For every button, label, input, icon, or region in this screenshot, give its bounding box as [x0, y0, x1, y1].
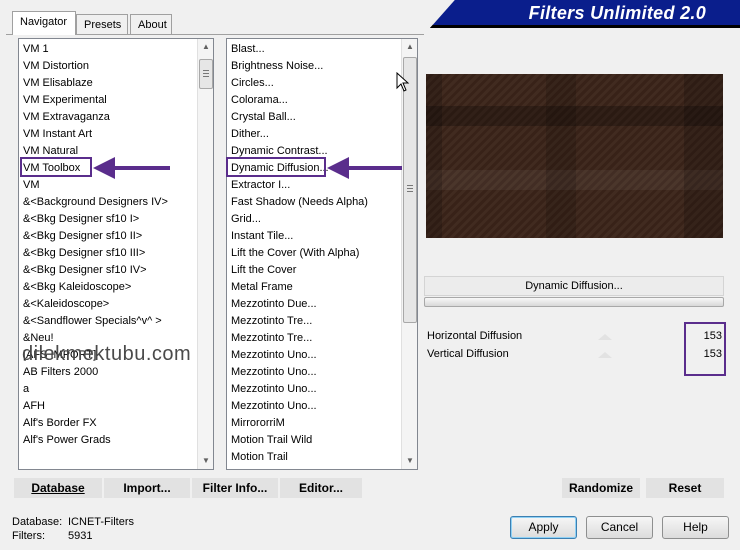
filter-list[interactable]: Motion Trail Motion Trail Wild MirrororriM… — [226, 38, 418, 470]
filter-item[interactable]: Motion Trail — [227, 449, 288, 466]
category-item[interactable]: a — [19, 381, 29, 398]
cancel-button[interactable]: Cancel — [586, 516, 653, 539]
category-item[interactable]: VM Elisablaze — [19, 75, 93, 92]
category-item[interactable]: AB Filters 2000 — [19, 364, 98, 381]
scroll-down-icon[interactable]: ▼ — [198, 453, 213, 469]
apply-button[interactable]: Apply — [510, 516, 577, 539]
editor-button[interactable]: Editor... — [280, 478, 362, 498]
database-button[interactable]: Database — [14, 478, 102, 498]
category-item[interactable]: &<Background Designers IV> — [19, 194, 168, 211]
filter-item[interactable]: Mezzotinto Tre... — [227, 330, 312, 347]
category-item[interactable]: &<Bkg Kaleidoscope> — [19, 279, 131, 296]
category-item[interactable]: &<Bkg Designer sf10 I> — [19, 211, 139, 228]
filter-scrollbar[interactable]: ▲ ▼ — [401, 39, 417, 469]
filter-item[interactable]: Mezzotinto Uno... — [227, 364, 317, 381]
category-item[interactable]: VM Extravaganza — [19, 109, 110, 126]
database-label: Database: — [12, 516, 63, 528]
filter-item[interactable]: Brightness Noise... — [227, 58, 323, 75]
category-list[interactable]: Alf's Power Grads Alf's Border FX AFH a AB F… — [18, 38, 214, 470]
category-item[interactable]: &<Kaleidoscope> — [19, 296, 109, 313]
progress-bar — [424, 297, 724, 307]
category-scroll-thumb[interactable] — [199, 59, 213, 89]
category-item[interactable]: VM 1 — [19, 41, 49, 58]
filter-item[interactable]: Lift the Cover — [227, 262, 296, 279]
filter-item[interactable]: MirrororriM — [227, 415, 285, 432]
param-label-horizontal: Horizontal Diffusion — [427, 330, 523, 342]
filter-item[interactable]: Fast Shadow (Needs Alpha) — [227, 194, 368, 211]
filter-name-bar: Dynamic Diffusion... — [424, 276, 724, 296]
filter-item[interactable]: Circles... — [227, 75, 274, 92]
param-slider-up-icon[interactable] — [598, 334, 612, 340]
category-item[interactable]: AFH — [19, 398, 45, 415]
category-item[interactable]: VM — [19, 177, 40, 194]
filter-item[interactable]: Mezzotinto Due... — [227, 296, 317, 313]
category-item[interactable]: Alf's Border FX — [19, 415, 97, 432]
scroll-up-icon[interactable]: ▲ — [402, 39, 417, 55]
scroll-down-icon[interactable]: ▼ — [402, 453, 417, 469]
selected-category-box — [20, 157, 92, 177]
preview-image — [426, 74, 723, 238]
mouse-cursor-icon — [396, 72, 410, 92]
filter-item[interactable]: Extractor I... — [227, 177, 290, 194]
app-title: Filters Unlimited 2.0 — [528, 3, 706, 23]
param-slider-up-icon[interactable] — [598, 352, 612, 358]
filter-item[interactable]: Blast... — [227, 41, 265, 58]
filter-scroll-thumb[interactable] — [403, 57, 417, 323]
filter-info-button[interactable]: Filter Info... — [192, 478, 278, 498]
title-banner: Filters Unlimited 2.0 — [430, 0, 740, 28]
filter-item[interactable]: Lift the Cover (With Alpha) — [227, 245, 359, 262]
filter-item[interactable]: Motion Trail Wild — [227, 432, 312, 449]
category-item[interactable]: &<Bkg Designer sf10 III> — [19, 245, 145, 262]
category-item[interactable]: VM Distortion — [19, 58, 89, 75]
category-scrollbar[interactable]: ▲ ▼ — [197, 39, 213, 469]
filter-item[interactable]: Crystal Ball... — [227, 109, 296, 126]
reset-button[interactable]: Reset — [646, 478, 724, 498]
param-value-vertical[interactable]: 153 — [690, 348, 722, 360]
category-item[interactable]: Alf's Power Grads — [19, 432, 111, 449]
randomize-button[interactable]: Randomize — [562, 478, 640, 498]
filters-count: 5931 — [68, 530, 93, 542]
help-button[interactable]: Help — [662, 516, 729, 539]
tab-about[interactable]: About — [130, 14, 172, 34]
filter-item[interactable]: Mezzotinto Uno... — [227, 347, 317, 364]
scroll-up-icon[interactable]: ▲ — [198, 39, 213, 55]
category-item[interactable]: VM Instant Art — [19, 126, 92, 143]
tab-navigator[interactable]: Navigator — [12, 11, 76, 35]
tab-presets[interactable]: Presets — [76, 14, 128, 34]
database-value: ICNET-Filters — [68, 516, 134, 528]
category-item[interactable]: &<Sandflower Specials^v^ > — [19, 313, 162, 330]
arrow-category-shaft — [112, 166, 170, 170]
category-item[interactable]: &<Bkg Designer sf10 II> — [19, 228, 142, 245]
filter-item[interactable]: Colorama... — [227, 92, 288, 109]
import-button[interactable]: Import... — [104, 478, 190, 498]
filter-item[interactable]: Mezzotinto Tre... — [227, 313, 312, 330]
filter-item[interactable]: Instant Tile... — [227, 228, 293, 245]
arrow-filter-shaft — [346, 166, 402, 170]
category-item[interactable]: VM Experimental — [19, 92, 107, 109]
watermark: dilekmektubu.com — [22, 343, 192, 365]
filter-item[interactable]: Metal Frame — [227, 279, 293, 296]
param-label-vertical: Vertical Diffusion — [427, 348, 509, 360]
category-item[interactable]: &<Bkg Designer sf10 IV> — [19, 262, 147, 279]
filters-label: Filters: — [12, 530, 45, 542]
filter-item[interactable]: Mezzotinto Uno... — [227, 381, 317, 398]
filter-item[interactable]: Dither... — [227, 126, 269, 143]
selected-filter-box — [226, 157, 326, 177]
param-value-horizontal[interactable]: 153 — [690, 330, 722, 342]
filter-item[interactable]: Mezzotinto Uno... — [227, 398, 317, 415]
filter-item[interactable]: Grid... — [227, 211, 261, 228]
